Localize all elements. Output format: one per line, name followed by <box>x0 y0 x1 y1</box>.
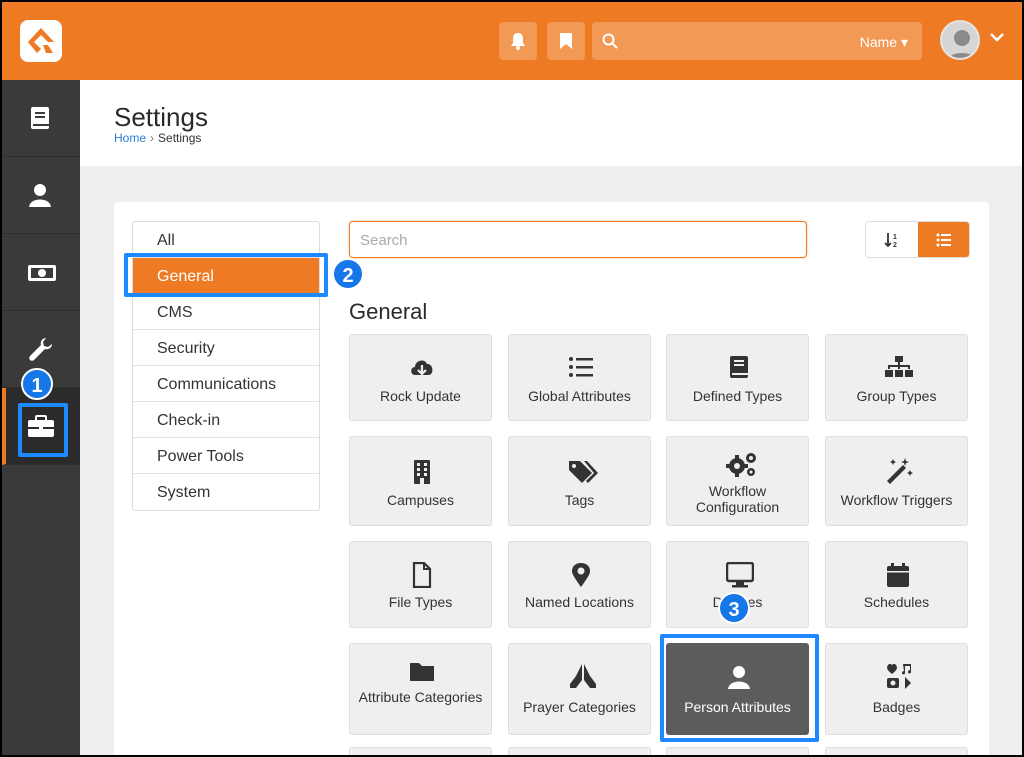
svg-text:1: 1 <box>893 234 897 241</box>
callout-badge-3: 3 <box>718 592 750 624</box>
calendar-icon <box>887 563 909 587</box>
tile-label: Group Types <box>856 388 937 404</box>
breadcrumb-home-link[interactable]: Home <box>114 131 146 145</box>
tile-label: Attribute Categories <box>358 689 483 705</box>
chevron-down-icon[interactable] <box>990 32 1004 42</box>
global-search[interactable]: Name ▾ <box>592 22 922 60</box>
tile-defined-types[interactable]: Defined Types <box>666 334 809 421</box>
money-icon <box>28 265 56 281</box>
tile-label: Prayer Categories <box>523 699 636 715</box>
praying-hands-icon <box>570 664 596 688</box>
page-title: Settings <box>114 102 208 132</box>
badges-icon <box>887 663 911 689</box>
tile-workflow-triggers[interactable]: Workflow Triggers <box>825 436 968 526</box>
callout-box-3 <box>660 634 819 742</box>
sort-alpha-icon: 12 <box>884 233 897 248</box>
bookmark-icon <box>560 33 572 49</box>
sidebar-item-finance[interactable] <box>2 234 80 311</box>
book-icon <box>31 107 49 129</box>
folder-icon <box>410 663 434 681</box>
tile-label: Rock Update <box>380 388 461 404</box>
person-icon <box>29 184 51 207</box>
tile-workflow-configuration[interactable]: Workflow Configuration <box>666 436 809 526</box>
rock-logo-icon[interactable] <box>20 20 62 62</box>
avatar-icon <box>947 30 977 58</box>
svg-text:2: 2 <box>893 242 897 248</box>
settings-search <box>349 221 807 258</box>
tile-label: Global Attributes <box>528 388 631 404</box>
tags-icon <box>569 461 598 483</box>
tile-label: Workflow Triggers <box>840 492 953 508</box>
callout-badge-2: 2 <box>332 258 364 290</box>
tile-label: Campuses <box>387 492 454 508</box>
breadcrumb: Home › Settings <box>114 131 201 145</box>
tile-label: Named Locations <box>525 594 634 610</box>
file-icon <box>412 562 432 588</box>
tile-label: Tags <box>564 492 595 508</box>
category-item-security[interactable]: Security <box>133 330 319 366</box>
tile-global-attributes[interactable]: Global Attributes <box>508 334 651 421</box>
notifications-button[interactable] <box>499 22 537 60</box>
section-title: General <box>349 299 428 324</box>
breadcrumb-separator: › <box>150 131 155 145</box>
callout-box-2 <box>124 253 328 297</box>
book-icon <box>730 356 748 378</box>
bookmarks-button[interactable] <box>547 22 585 60</box>
tile-campuses[interactable]: Campuses <box>349 436 492 526</box>
map-pin-icon <box>572 563 590 587</box>
tile-named-locations[interactable]: Named Locations <box>508 541 651 628</box>
desktop-icon <box>726 562 754 588</box>
tile-label: Workflow Configuration <box>695 483 780 515</box>
tile-label: Schedules <box>863 594 930 610</box>
tile-rock-update[interactable]: Rock Update <box>349 334 492 421</box>
category-item-system[interactable]: System <box>133 474 319 510</box>
breadcrumb-current: Settings <box>158 131 202 145</box>
cogs-icon <box>726 453 756 477</box>
tile-schedules[interactable]: Schedules <box>825 541 968 628</box>
avatar[interactable] <box>940 20 980 60</box>
sidebar-item-people[interactable] <box>2 157 80 234</box>
tile-group-types[interactable]: Group Types <box>825 334 968 421</box>
wrench-icon <box>29 338 52 361</box>
tile-attribute-categories[interactable]: Attribute Categories <box>349 643 492 735</box>
tile-label: Badges <box>872 699 921 715</box>
search-icon <box>602 33 618 49</box>
tile-badges[interactable]: Badges <box>825 643 968 735</box>
list-view-button[interactable] <box>918 222 969 257</box>
search-filter-dropdown[interactable]: Name ▾ <box>860 34 908 51</box>
callout-box-1 <box>18 403 68 457</box>
tile-file-types[interactable]: File Types <box>349 541 492 628</box>
app-window: Name ▾ Settings Home › Settings All Gene… <box>2 2 1022 755</box>
sidebar-item-info[interactable] <box>2 80 80 157</box>
tile-partial[interactable] <box>666 747 809 755</box>
page-header: Settings Home › Settings <box>80 80 1022 166</box>
top-bar: Name ▾ <box>2 2 1022 80</box>
tile-prayer-categories[interactable]: Prayer Categories <box>508 643 651 735</box>
cloud-download-icon <box>411 360 433 376</box>
callout-badge-1: 1 <box>21 368 53 400</box>
tile-partial[interactable] <box>508 747 651 755</box>
tile-label: Defined Types <box>692 388 783 404</box>
bell-icon <box>511 33 525 50</box>
search-input[interactable] <box>360 231 790 249</box>
category-item-cms[interactable]: CMS <box>133 294 319 330</box>
building-icon <box>414 460 430 484</box>
list-icon <box>936 233 951 247</box>
view-toggle: 12 <box>865 221 970 258</box>
sitemap-icon <box>885 356 913 377</box>
category-item-power-tools[interactable]: Power Tools <box>133 438 319 474</box>
category-item-check-in[interactable]: Check-in <box>133 402 319 438</box>
tile-partial[interactable] <box>825 747 968 755</box>
list-icon <box>569 357 593 377</box>
tile-tags[interactable]: Tags <box>508 436 651 526</box>
tile-label: File Types <box>388 594 453 610</box>
category-item-communications[interactable]: Communications <box>133 366 319 402</box>
sort-button[interactable]: 12 <box>866 222 918 257</box>
tile-partial[interactable] <box>349 747 492 755</box>
magic-wand-icon <box>887 458 913 484</box>
